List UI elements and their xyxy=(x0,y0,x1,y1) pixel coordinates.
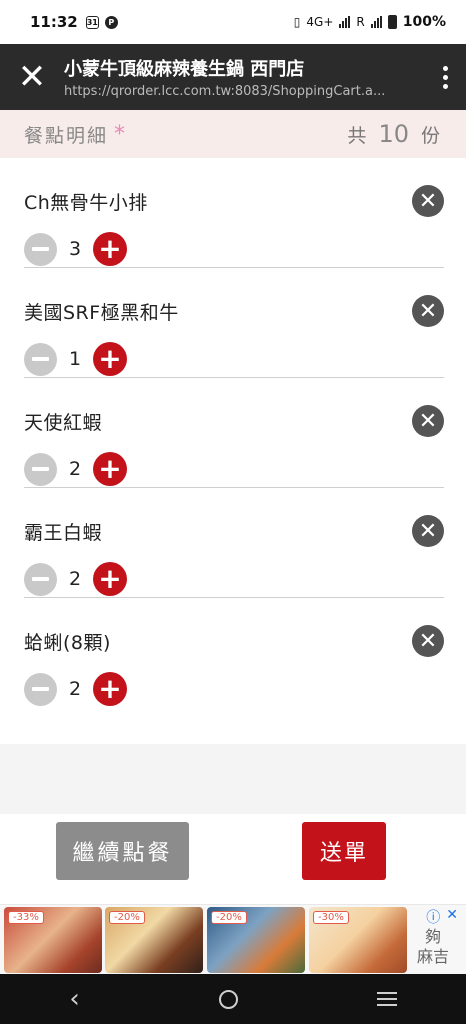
continue-ordering-button[interactable]: 繼續點餐 xyxy=(56,822,189,880)
signal-icon-2 xyxy=(370,16,382,28)
remove-item-icon[interactable]: ✕ xyxy=(412,515,444,547)
ad-product-image[interactable]: -33% xyxy=(4,907,102,973)
cart-item-list: Ch無骨牛小排 ✕ 3 + 美國SRF極黑和牛 ✕ 1 + 天使紅蝦 ✕ 2 +… xyxy=(0,158,466,744)
signal-icon xyxy=(339,16,351,28)
item-name: 蛤蜊(8顆) xyxy=(24,632,111,654)
remove-item-icon[interactable]: ✕ xyxy=(412,625,444,657)
recents-icon[interactable] xyxy=(376,992,397,1006)
p-app-icon: P xyxy=(104,15,118,29)
order-summary-header: 餐點明細 * 共 10 份 xyxy=(0,110,466,158)
item-quantity: 2 xyxy=(68,678,82,700)
ad-banner[interactable]: -33% -20% -20% -30% ⓘ ✕ 夠 麻吉 xyxy=(0,904,466,974)
quantity-stepper: 3 + xyxy=(24,232,127,266)
total-count: 10 xyxy=(378,120,409,148)
increase-quantity-button[interactable]: + xyxy=(93,452,127,486)
decrease-quantity-button[interactable] xyxy=(24,452,57,486)
item-quantity: 1 xyxy=(68,348,82,370)
ad-brand-line1: 夠 xyxy=(424,927,441,946)
battery-icon xyxy=(387,15,397,29)
network-type: 4G+ xyxy=(306,15,334,29)
vibrate-icon: ▯ xyxy=(293,15,301,29)
item-name: 天使紅蝦 xyxy=(24,412,103,434)
discount-badge: -30% xyxy=(313,911,349,924)
ad-close-icon[interactable]: ✕ xyxy=(446,907,458,927)
cart-item: 蛤蜊(8顆) ✕ 2 + xyxy=(24,598,444,708)
status-right: ▯ 4G+ R 100% xyxy=(294,14,446,30)
close-icon[interactable]: ✕ xyxy=(0,44,64,110)
system-nav-bar: ‹ xyxy=(0,974,466,1024)
ad-product-image[interactable]: -20% xyxy=(207,907,305,973)
status-bar: 11:32 31 P ▯ 4G+ R 100% xyxy=(0,0,466,44)
browser-header: ✕ 小蒙牛頂級麻辣養生鍋 西門店 https://qrorder.lcc.com… xyxy=(0,44,466,110)
action-bar: 繼續點餐 送單 xyxy=(0,814,466,904)
item-name: 霸王白蝦 xyxy=(24,522,103,544)
item-quantity: 2 xyxy=(68,458,82,480)
more-options-icon[interactable] xyxy=(424,44,466,110)
spacer xyxy=(0,744,466,814)
home-icon[interactable] xyxy=(218,989,238,1009)
cart-item: 美國SRF極黑和牛 ✕ 1 + xyxy=(24,268,444,378)
ad-brand: ⓘ ✕ 夠 麻吉 xyxy=(408,907,458,967)
quantity-stepper: 2 + xyxy=(24,562,127,596)
decrease-quantity-button[interactable] xyxy=(24,672,57,706)
ad-brand-line2: 麻吉 xyxy=(416,947,449,966)
back-icon[interactable]: ‹ xyxy=(69,984,79,1014)
increase-quantity-button[interactable]: + xyxy=(93,672,127,706)
quantity-stepper: 1 + xyxy=(24,342,127,376)
discount-badge: -20% xyxy=(211,911,247,924)
increase-quantity-button[interactable]: + xyxy=(93,562,127,596)
decrease-quantity-button[interactable] xyxy=(24,232,57,266)
quantity-stepper: 2 + xyxy=(24,452,127,486)
submit-order-button[interactable]: 送單 xyxy=(302,822,386,880)
item-name: 美國SRF極黑和牛 xyxy=(24,302,179,324)
status-time: 11:32 xyxy=(30,13,78,31)
item-quantity: 3 xyxy=(68,238,82,260)
ad-icons: ⓘ ✕ xyxy=(408,907,458,927)
remove-item-icon[interactable]: ✕ xyxy=(412,295,444,327)
quantity-stepper: 2 + xyxy=(24,672,127,706)
discount-badge: -33% xyxy=(8,911,44,924)
notification-icons: 31 P xyxy=(85,15,118,29)
calendar-icon: 31 xyxy=(85,15,99,29)
required-mark: * xyxy=(114,121,126,147)
page-title: 小蒙牛頂級麻辣養生鍋 西門店 xyxy=(64,59,305,80)
cart-item: 天使紅蝦 ✕ 2 + xyxy=(24,378,444,488)
decrease-quantity-button[interactable] xyxy=(24,562,57,596)
discount-badge: -20% xyxy=(109,911,145,924)
remove-item-icon[interactable]: ✕ xyxy=(412,185,444,217)
page-url: https://qrorder.lcc.com.tw:8083/Shopping… xyxy=(64,84,386,99)
ad-product-image[interactable]: -30% xyxy=(309,907,407,973)
battery-level: 100% xyxy=(402,14,446,30)
item-name: Ch無骨牛小排 xyxy=(24,192,148,214)
remove-item-icon[interactable]: ✕ xyxy=(412,405,444,437)
decrease-quantity-button[interactable] xyxy=(24,342,57,376)
roaming-indicator: R xyxy=(356,15,365,29)
browser-titles: 小蒙牛頂級麻辣養生鍋 西門店 https://qrorder.lcc.com.t… xyxy=(64,55,424,99)
item-quantity: 2 xyxy=(68,568,82,590)
total-unit: 份 xyxy=(420,124,440,147)
total-prefix: 共 xyxy=(347,124,367,147)
ad-product-image[interactable]: -20% xyxy=(105,907,203,973)
ad-info-icon[interactable]: ⓘ xyxy=(426,907,440,927)
order-total: 共 10 份 xyxy=(347,120,440,148)
order-detail-label: 餐點明細 xyxy=(24,124,109,147)
increase-quantity-button[interactable]: + xyxy=(93,342,127,376)
cart-item: 霸王白蝦 ✕ 2 + xyxy=(24,488,444,598)
increase-quantity-button[interactable]: + xyxy=(93,232,127,266)
cart-item: Ch無骨牛小排 ✕ 3 + xyxy=(24,158,444,268)
